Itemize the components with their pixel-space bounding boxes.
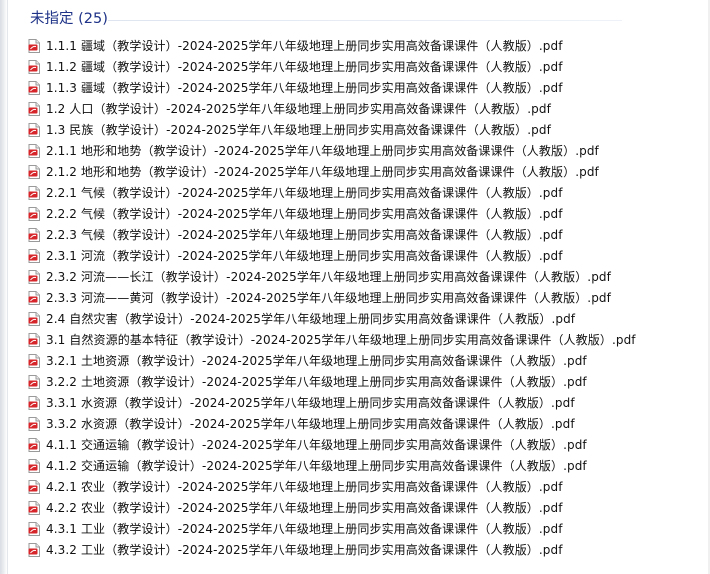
pdf-file-icon (28, 248, 40, 263)
pdf-file-icon (28, 437, 40, 452)
file-name: 2.2.3 气候（教学设计）-2024-2025学年八年级地理上册同步实用高效备… (46, 227, 563, 242)
file-list-item[interactable]: 2.1.1 地形和地势（教学设计）-2024-2025学年八年级地理上册同步实用… (28, 140, 636, 161)
pdf-file-icon (28, 542, 40, 557)
file-list-item[interactable]: 3.3.2 水资源（教学设计）-2024-2025学年八年级地理上册同步实用高效… (28, 413, 636, 434)
group-divider (108, 20, 622, 21)
file-name: 1.1.2 疆域（教学设计）-2024-2025学年八年级地理上册同步实用高效备… (46, 59, 563, 74)
file-list-item[interactable]: 4.2.1 农业（教学设计）-2024-2025学年八年级地理上册同步实用高效备… (28, 476, 636, 497)
pdf-file-icon (28, 374, 40, 389)
file-name: 4.2.1 农业（教学设计）-2024-2025学年八年级地理上册同步实用高效备… (46, 479, 563, 494)
pdf-file-icon (28, 206, 40, 221)
file-name: 4.3.2 工业（教学设计）-2024-2025学年八年级地理上册同步实用高效备… (46, 542, 563, 557)
file-list-item[interactable]: 1.1.1 疆域（教学设计）-2024-2025学年八年级地理上册同步实用高效备… (28, 35, 636, 56)
file-list: 1.1.1 疆域（教学设计）-2024-2025学年八年级地理上册同步实用高效备… (28, 35, 636, 560)
file-list-item[interactable]: 4.3.2 工业（教学设计）-2024-2025学年八年级地理上册同步实用高效备… (28, 539, 636, 560)
file-list-item[interactable]: 1.1.2 疆域（教学设计）-2024-2025学年八年级地理上册同步实用高效备… (28, 56, 636, 77)
file-list-item[interactable]: 2.2.3 气候（教学设计）-2024-2025学年八年级地理上册同步实用高效备… (28, 224, 636, 245)
file-list-item[interactable]: 1.3 民族（教学设计）-2024-2025学年八年级地理上册同步实用高效备课课… (28, 119, 636, 140)
file-list-item[interactable]: 3.2.1 土地资源（教学设计）-2024-2025学年八年级地理上册同步实用高… (28, 350, 636, 371)
file-name: 2.2.2 气候（教学设计）-2024-2025学年八年级地理上册同步实用高效备… (46, 206, 563, 221)
file-list-view: 未指定 (25) 1.1.1 疆域（教学设计）-2024-2025学年八年级地理… (0, 0, 710, 574)
file-name: 3.3.2 水资源（教学设计）-2024-2025学年八年级地理上册同步实用高效… (46, 416, 575, 431)
pdf-file-icon (28, 80, 40, 95)
file-name: 1.1.3 疆域（教学设计）-2024-2025学年八年级地理上册同步实用高效备… (46, 80, 563, 95)
file-list-item[interactable]: 4.3.1 工业（教学设计）-2024-2025学年八年级地理上册同步实用高效备… (28, 518, 636, 539)
navigation-pane-edge (0, 0, 8, 574)
file-list-item[interactable]: 2.2.2 气候（教学设计）-2024-2025学年八年级地理上册同步实用高效备… (28, 203, 636, 224)
file-name: 3.3.1 水资源（教学设计）-2024-2025学年八年级地理上册同步实用高效… (46, 395, 575, 410)
pdf-file-icon (28, 395, 40, 410)
file-name: 2.3.1 河流（教学设计）-2024-2025学年八年级地理上册同步实用高效备… (46, 248, 563, 263)
file-list-item[interactable]: 2.3.2 河流——长江（教学设计）-2024-2025学年八年级地理上册同步实… (28, 266, 636, 287)
file-name: 1.2 人口（教学设计）-2024-2025学年八年级地理上册同步实用高效备课课… (46, 101, 551, 116)
pdf-file-icon (28, 122, 40, 137)
file-list-item[interactable]: 4.1.1 交通运输（教学设计）-2024-2025学年八年级地理上册同步实用高… (28, 434, 636, 455)
pdf-file-icon (28, 521, 40, 536)
file-list-item[interactable]: 4.2.2 农业（教学设计）-2024-2025学年八年级地理上册同步实用高效备… (28, 497, 636, 518)
file-list-item[interactable]: 2.3.1 河流（教学设计）-2024-2025学年八年级地理上册同步实用高效备… (28, 245, 636, 266)
file-name: 4.1.1 交通运输（教学设计）-2024-2025学年八年级地理上册同步实用高… (46, 437, 587, 452)
file-name: 2.1.2 地形和地势（教学设计）-2024-2025学年八年级地理上册同步实用… (46, 164, 599, 179)
file-name: 1.3 民族（教学设计）-2024-2025学年八年级地理上册同步实用高效备课课… (46, 122, 551, 137)
file-list-item[interactable]: 2.4 自然灾害（教学设计）-2024-2025学年八年级地理上册同步实用高效备… (28, 308, 636, 329)
pdf-file-icon (28, 500, 40, 515)
file-name: 2.4 自然灾害（教学设计）-2024-2025学年八年级地理上册同步实用高效备… (46, 311, 576, 326)
file-list-item[interactable]: 3.2.2 土地资源（教学设计）-2024-2025学年八年级地理上册同步实用高… (28, 371, 636, 392)
pdf-file-icon (28, 227, 40, 242)
group-header[interactable]: 未指定 (25) (30, 7, 622, 33)
pdf-file-icon (28, 185, 40, 200)
pdf-file-icon (28, 269, 40, 284)
file-name: 2.1.1 地形和地势（教学设计）-2024-2025学年八年级地理上册同步实用… (46, 143, 599, 158)
pdf-file-icon (28, 353, 40, 368)
file-name: 4.1.2 交通运输（教学设计）-2024-2025学年八年级地理上册同步实用高… (46, 458, 587, 473)
file-name: 3.2.2 土地资源（教学设计）-2024-2025学年八年级地理上册同步实用高… (46, 374, 587, 389)
pdf-file-icon (28, 38, 40, 53)
file-name: 1.1.1 疆域（教学设计）-2024-2025学年八年级地理上册同步实用高效备… (46, 38, 563, 53)
file-name: 2.2.1 气候（教学设计）-2024-2025学年八年级地理上册同步实用高效备… (46, 185, 563, 200)
pdf-file-icon (28, 101, 40, 116)
file-name: 3.1 自然资源的基本特征（教学设计）-2024-2025学年八年级地理上册同步… (46, 332, 636, 347)
pdf-file-icon (28, 290, 40, 305)
file-name: 3.2.1 土地资源（教学设计）-2024-2025学年八年级地理上册同步实用高… (46, 353, 587, 368)
file-name: 2.3.3 河流——黄河（教学设计）-2024-2025学年八年级地理上册同步实… (46, 290, 611, 305)
file-name: 4.3.1 工业（教学设计）-2024-2025学年八年级地理上册同步实用高效备… (46, 521, 563, 536)
pdf-file-icon (28, 479, 40, 494)
file-list-item[interactable]: 1.1.3 疆域（教学设计）-2024-2025学年八年级地理上册同步实用高效备… (28, 77, 636, 98)
pdf-file-icon (28, 458, 40, 473)
pdf-file-icon (28, 332, 40, 347)
pdf-file-icon (28, 59, 40, 74)
file-list-item[interactable]: 2.2.1 气候（教学设计）-2024-2025学年八年级地理上册同步实用高效备… (28, 182, 636, 203)
file-list-item[interactable]: 1.2 人口（教学设计）-2024-2025学年八年级地理上册同步实用高效备课课… (28, 98, 636, 119)
file-name: 4.2.2 农业（教学设计）-2024-2025学年八年级地理上册同步实用高效备… (46, 500, 563, 515)
pdf-file-icon (28, 416, 40, 431)
pdf-file-icon (28, 164, 40, 179)
file-list-item[interactable]: 3.1 自然资源的基本特征（教学设计）-2024-2025学年八年级地理上册同步… (28, 329, 636, 350)
pdf-file-icon (28, 311, 40, 326)
pdf-file-icon (28, 143, 40, 158)
file-list-item[interactable]: 3.3.1 水资源（教学设计）-2024-2025学年八年级地理上册同步实用高效… (28, 392, 636, 413)
file-list-item[interactable]: 4.1.2 交通运输（教学设计）-2024-2025学年八年级地理上册同步实用高… (28, 455, 636, 476)
file-list-item[interactable]: 2.3.3 河流——黄河（教学设计）-2024-2025学年八年级地理上册同步实… (28, 287, 636, 308)
group-title[interactable]: 未指定 (25) (30, 10, 108, 28)
file-name: 2.3.2 河流——长江（教学设计）-2024-2025学年八年级地理上册同步实… (46, 269, 611, 284)
file-list-item[interactable]: 2.1.2 地形和地势（教学设计）-2024-2025学年八年级地理上册同步实用… (28, 161, 636, 182)
